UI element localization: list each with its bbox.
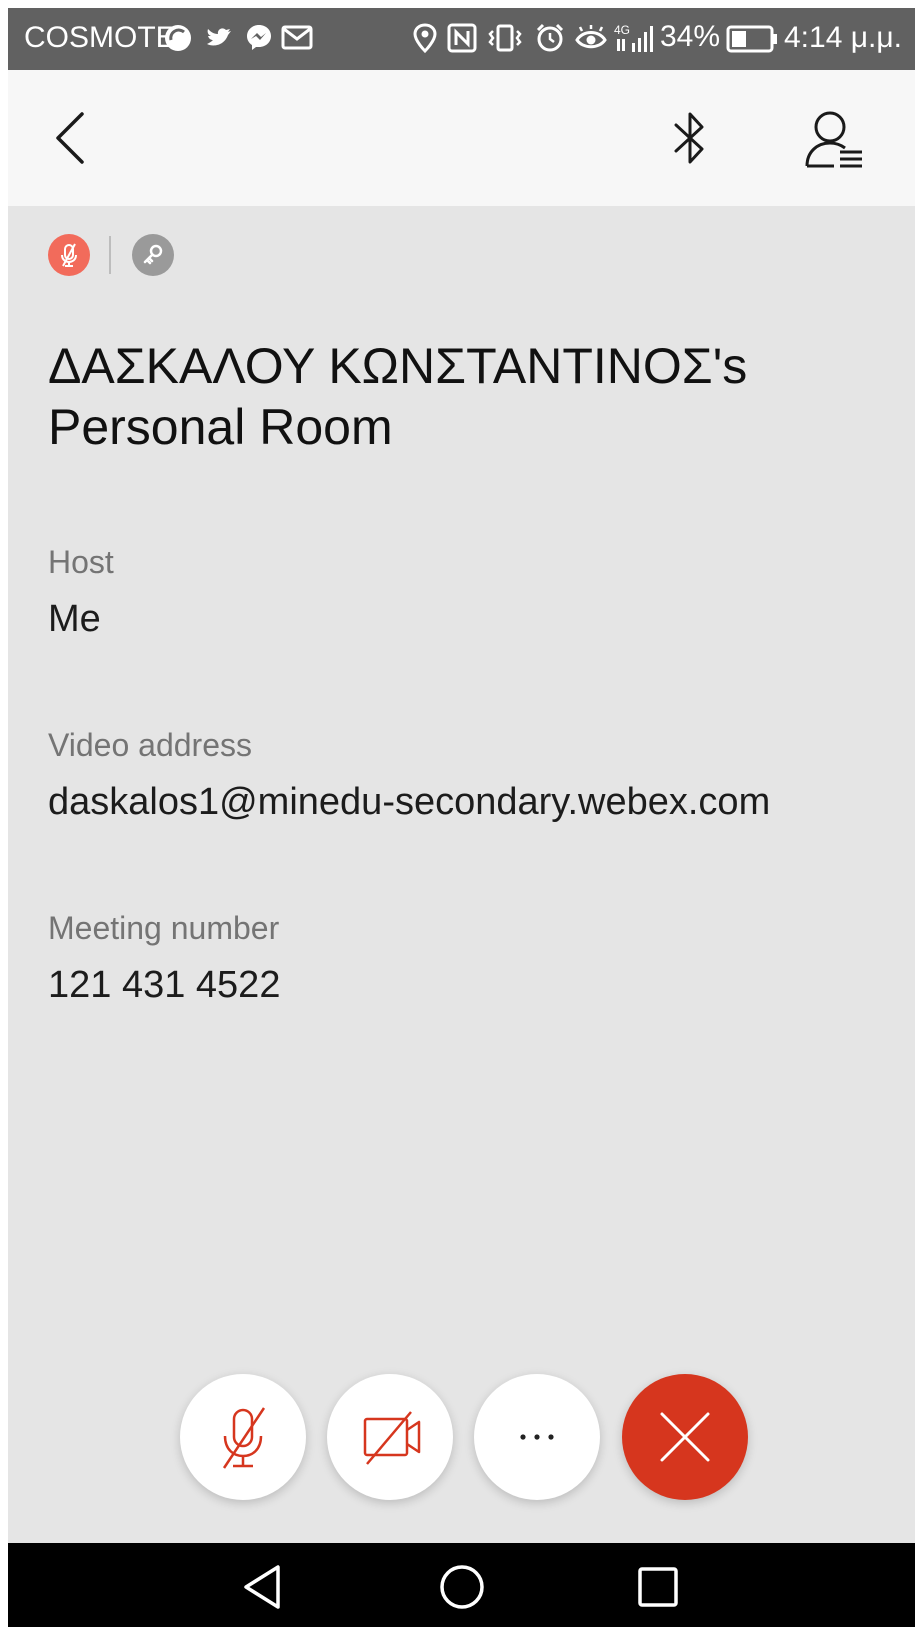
nav-recents-icon[interactable] (630, 1559, 686, 1615)
vibrate-icon (488, 24, 522, 52)
nav-home-icon[interactable] (434, 1559, 490, 1615)
locked-indicator (132, 234, 174, 276)
gmail-icon (281, 25, 313, 50)
video-address-label: Video address (48, 727, 252, 763)
eye-comfort-icon (575, 25, 607, 49)
twitter-icon (207, 28, 231, 46)
mute-button[interactable] (180, 1374, 306, 1500)
nav-back-icon[interactable] (236, 1559, 292, 1615)
more-options-button[interactable] (474, 1374, 600, 1500)
video-off-icon (363, 1411, 421, 1465)
muted-indicator-icon (61, 243, 77, 267)
more-icon (520, 1434, 554, 1440)
meeting-number-label: Meeting number (48, 910, 280, 946)
mic-muted-icon (222, 1407, 266, 1469)
status-bar: COSMOTE 4G 34% 4:14 μ.μ. (8, 8, 915, 70)
host-label: Host (48, 544, 114, 580)
indicator-divider (109, 236, 111, 274)
status-clock: 4:14 μ.μ. (784, 21, 902, 54)
app-screen: COSMOTE 4G 34% 4:14 μ.μ. ΔΑΣΚΑΛΟΥ ΚΩΝΣΤΑ… (8, 8, 915, 1627)
muted-indicator (48, 234, 90, 276)
meeting-title: ΔΑΣΚΑΛΟΥ ΚΩΝΣΤΑΝΤΙΝΟΣ's Personal Room (48, 338, 748, 455)
back-arrow-icon[interactable] (48, 106, 96, 170)
battery-icon (726, 25, 777, 53)
locked-indicator-icon (143, 244, 163, 265)
nfc-icon (447, 23, 477, 53)
participants-icon[interactable] (804, 110, 868, 170)
leave-meeting-button[interactable] (622, 1374, 748, 1500)
video-toggle-button[interactable] (327, 1374, 453, 1500)
messenger-icon (247, 25, 271, 50)
bluetooth-icon[interactable] (668, 108, 714, 170)
sync-icon (165, 25, 191, 51)
system-nav-bar (8, 1543, 915, 1627)
carrier-name: COSMOTE (24, 21, 176, 54)
app-header (8, 70, 915, 206)
svg-text:4G: 4G (614, 23, 630, 37)
location-icon (413, 23, 437, 54)
alarm-icon (536, 23, 564, 52)
signal-4g-icon: 4G (614, 23, 653, 52)
host-value: Me (48, 598, 101, 640)
close-icon (660, 1412, 710, 1462)
battery-percent: 34% (660, 20, 721, 53)
video-address-value: daskalos1@minedu-secondary.webex.com (48, 781, 771, 823)
meeting-number-value: 121 431 4522 (48, 964, 281, 1006)
